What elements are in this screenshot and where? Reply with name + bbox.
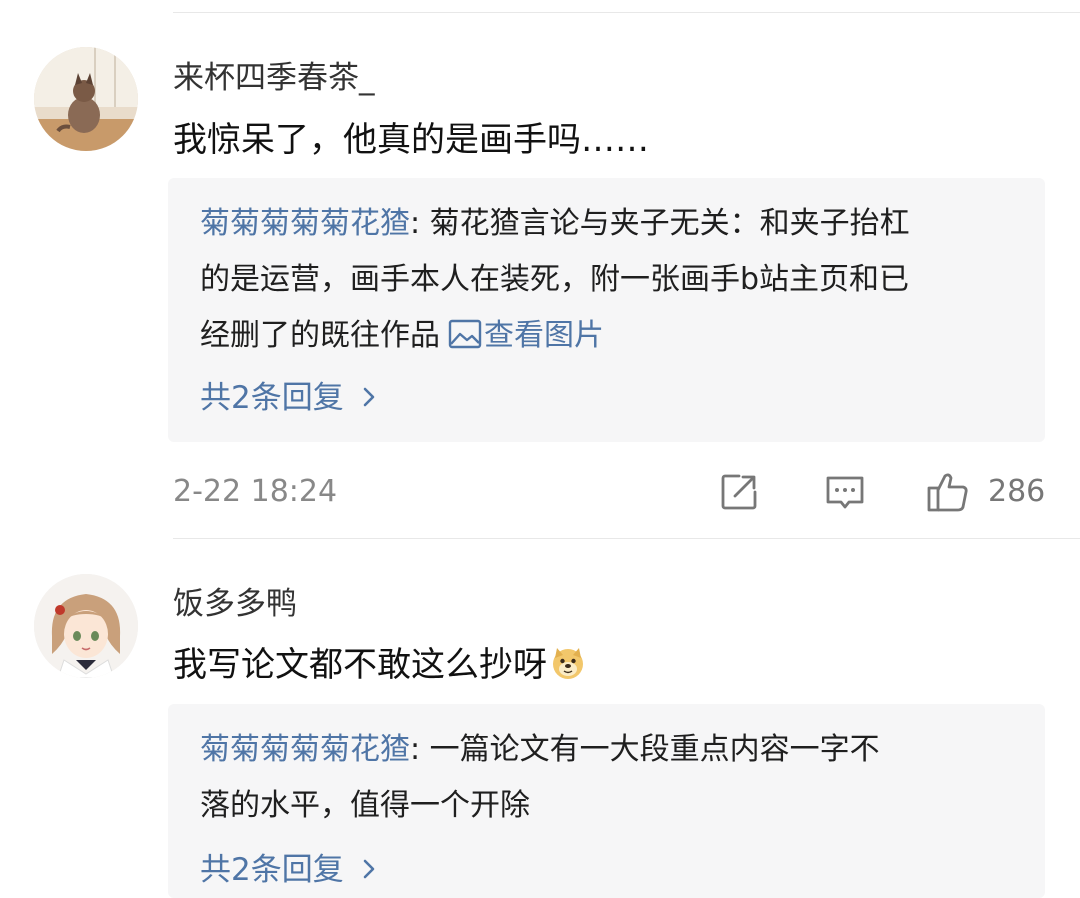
doge-emoji-icon <box>551 646 585 680</box>
comment-text: 我惊呆了，他真的是画手吗…… <box>173 120 649 160</box>
reply-text: 菊菊菊菊菊花猹: 菊花猹言论与夹子无关：和夹子抬杠 的是运营，画手本人在装死，附… <box>200 196 910 364</box>
reply-author[interactable]: 菊菊菊菊菊花猹 <box>200 732 410 767</box>
comment-text: 我写论文都不敢这么抄呀 <box>173 637 585 686</box>
reply-author[interactable]: 菊菊菊菊菊花猹 <box>200 206 410 241</box>
comment-icon[interactable] <box>824 474 866 518</box>
reply-preview[interactable]: 菊菊菊菊菊花猹: 一篇论文有一大段重点内容一字不 落的水平，值得一个开除 共2条… <box>168 704 1045 898</box>
reply-line-2: 的是运营，画手本人在装死，附一张画手b站主页和已 <box>200 262 910 297</box>
reply-separator: : <box>410 206 430 241</box>
reply-count-label: 共2条回复 <box>200 380 344 416</box>
reply-count-link[interactable]: 共2条回复 <box>200 372 376 417</box>
share-icon[interactable] <box>719 472 759 516</box>
reply-line-3-text: 经删了的既往作品 <box>200 318 440 353</box>
comment-divider <box>173 538 1080 539</box>
timestamp: 2-22 18:24 <box>173 474 338 509</box>
reply-line-2: 落的水平，值得一个开除 <box>200 788 530 823</box>
chevron-right-icon <box>362 380 376 416</box>
username[interactable]: 来杯四季春茶_ <box>173 52 375 97</box>
thumbs-up-icon[interactable] <box>926 470 970 518</box>
reply-line-1-text: 菊花猹言论与夹子无关：和夹子抬杠 <box>429 206 910 241</box>
anime-girl-avatar-image <box>34 574 138 678</box>
reply-separator: : <box>410 732 430 767</box>
reply-count-link[interactable]: 共2条回复 <box>200 844 376 889</box>
image-icon <box>448 319 482 349</box>
like-count[interactable]: 286 <box>988 474 1045 509</box>
chevron-right-icon <box>362 852 376 888</box>
comment-text-body: 我写论文都不敢这么抄呀 <box>173 645 547 685</box>
reply-line-1: 菊菊菊菊菊花猹: 菊花猹言论与夹子无关：和夹子抬杠 <box>200 196 910 252</box>
view-image-link[interactable]: 查看图片 <box>440 318 604 353</box>
reply-count-label: 共2条回复 <box>200 852 344 888</box>
reply-line-3: 经删了的既往作品 查看图片 <box>200 308 910 364</box>
avatar[interactable] <box>34 47 138 151</box>
reply-line-1-text: 一篇论文有一大段重点内容一字不 <box>429 732 880 767</box>
top-divider <box>173 12 1080 13</box>
reply-line-1: 菊菊菊菊菊花猹: 一篇论文有一大段重点内容一字不 <box>200 722 880 778</box>
username[interactable]: 饭多多鸭 <box>173 578 297 623</box>
cat-avatar-image <box>34 47 138 151</box>
reply-text: 菊菊菊菊菊花猹: 一篇论文有一大段重点内容一字不 落的水平，值得一个开除 <box>200 722 880 834</box>
avatar[interactable] <box>34 574 138 678</box>
reply-preview[interactable]: 菊菊菊菊菊花猹: 菊花猹言论与夹子无关：和夹子抬杠 的是运营，画手本人在装死，附… <box>168 178 1045 442</box>
view-image-label: 查看图片 <box>484 318 604 353</box>
